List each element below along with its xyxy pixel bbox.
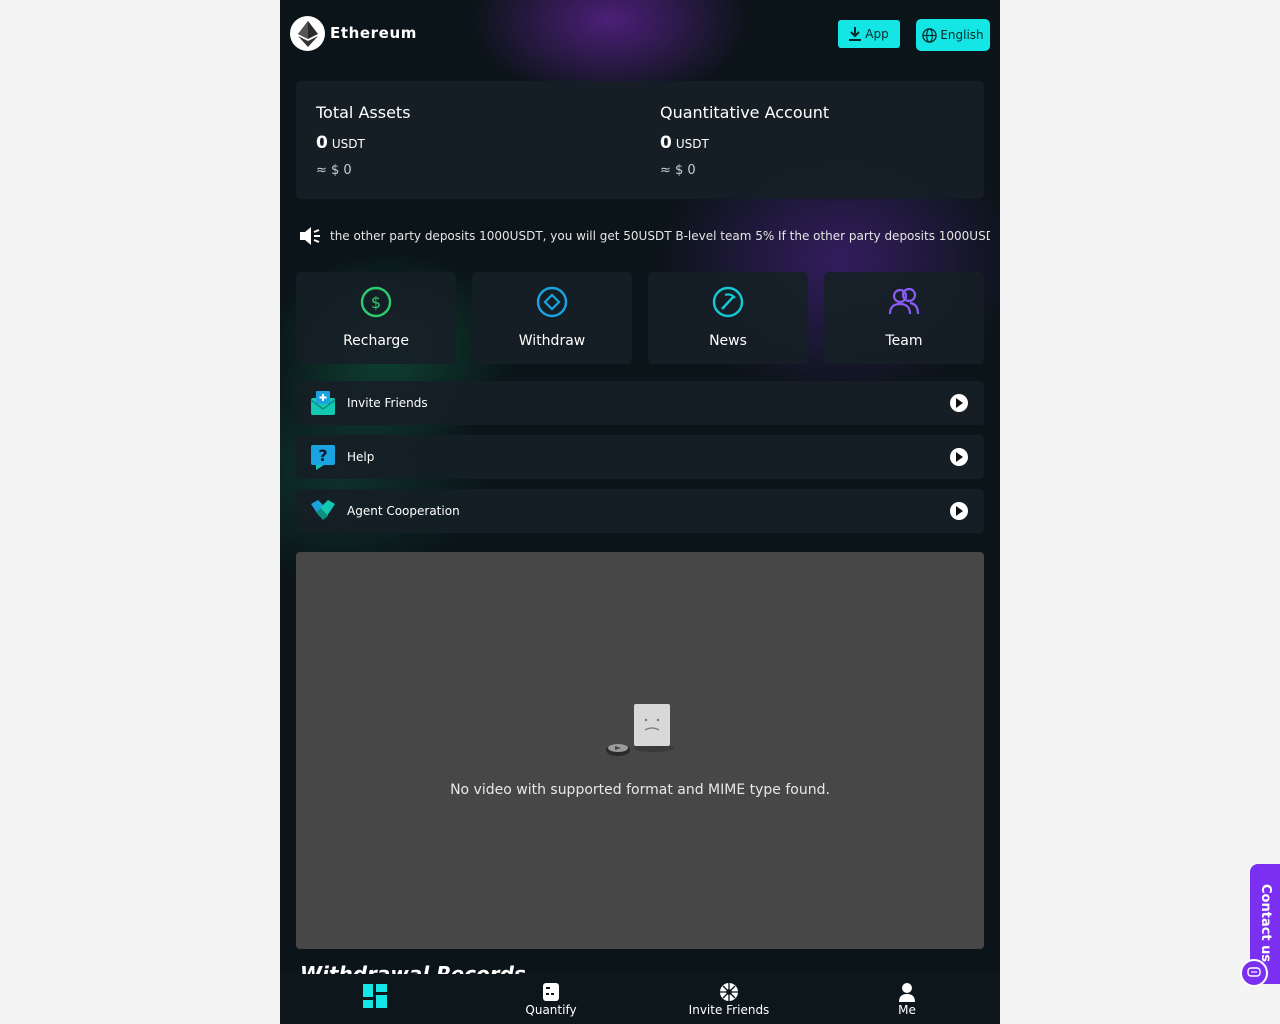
agent-cooperation-label: Agent Cooperation	[347, 504, 460, 518]
tab-quantify-label: Quantify	[525, 1003, 577, 1017]
tab-home[interactable]	[283, 974, 463, 1024]
download-app-button[interactable]: App	[838, 20, 900, 48]
speaker-icon	[300, 227, 320, 245]
invite-friends-label: Invite Friends	[347, 396, 428, 410]
quantify-icon	[543, 983, 559, 1001]
tab-quantify[interactable]: Quantify	[461, 974, 641, 1024]
news-button[interactable]: News	[648, 272, 808, 364]
svg-text:?: ?	[318, 446, 327, 465]
team-button[interactable]: Team	[824, 272, 984, 364]
recharge-icon: $	[360, 286, 392, 318]
tab-me-label: Me	[898, 1003, 916, 1017]
download-icon	[849, 27, 862, 41]
total-assets-amount: 0 USDT	[316, 133, 365, 153]
tab-invite-friends-label: Invite Friends	[688, 1003, 770, 1017]
notice-text: the other party deposits 1000USDT, you w…	[330, 229, 990, 243]
help-row[interactable]: ? Help	[296, 435, 984, 479]
broken-video-icon	[606, 704, 674, 756]
video-player[interactable]: No video with supported format and MIME …	[296, 552, 984, 949]
news-icon	[712, 286, 744, 318]
brand-name: Ethereum	[330, 24, 417, 42]
contact-us-label: Contact us	[1258, 884, 1273, 963]
header: Ethereum App English	[280, 0, 1000, 70]
invite-icon	[720, 983, 738, 1001]
withdraw-button[interactable]: Withdraw	[472, 272, 632, 364]
bottom-nav: Quantify Invite Friends Me	[280, 974, 1000, 1024]
quant-account-approx: ≈ $ 0	[660, 163, 696, 178]
svg-text:$: $	[371, 293, 381, 312]
app-frame: Ethereum App English Total Assets 0 USDT …	[280, 0, 1000, 1024]
recharge-button[interactable]: $ Recharge	[296, 272, 456, 364]
help-icon: ?	[311, 445, 335, 470]
chat-bubble-icon[interactable]	[1240, 959, 1268, 987]
quant-account-amount: 0 USDT	[660, 133, 709, 153]
news-label: News	[709, 333, 747, 349]
help-label: Help	[347, 450, 375, 464]
total-assets-label: Total Assets	[316, 103, 411, 122]
assets-card: Total Assets 0 USDT ≈ $ 0 Quantitative Ac…	[296, 81, 984, 199]
globe-icon	[922, 27, 938, 43]
chevron-right-icon	[950, 502, 968, 520]
quant-account-label: Quantitative Account	[660, 103, 830, 122]
chevron-right-icon	[950, 448, 968, 466]
user-icon	[899, 983, 915, 1002]
invite-friends-row[interactable]: Invite Friends	[296, 381, 984, 425]
total-assets-approx: ≈ $ 0	[316, 163, 352, 178]
team-label: Team	[885, 333, 923, 349]
team-icon	[888, 287, 920, 315]
language-label: English	[940, 28, 984, 42]
app-button-label: App	[865, 27, 889, 41]
recharge-label: Recharge	[343, 333, 409, 349]
ethereum-logo	[290, 16, 325, 51]
ethereum-icon	[297, 20, 318, 47]
withdraw-icon	[536, 286, 568, 318]
tab-me[interactable]: Me	[817, 974, 997, 1024]
video-error-message: No video with supported format and MIME …	[450, 782, 830, 798]
language-button[interactable]: English	[916, 19, 990, 51]
agent-cooperation-row[interactable]: Agent Cooperation	[296, 489, 984, 533]
chevron-right-icon	[950, 394, 968, 412]
notice-marquee: the other party deposits 1000USDT, you w…	[300, 224, 990, 248]
dashboard-icon	[363, 984, 387, 1008]
withdraw-label: Withdraw	[518, 333, 586, 349]
invite-mail-icon	[310, 391, 336, 415]
tab-invite-friends[interactable]: Invite Friends	[639, 974, 819, 1024]
handshake-icon	[311, 500, 335, 520]
